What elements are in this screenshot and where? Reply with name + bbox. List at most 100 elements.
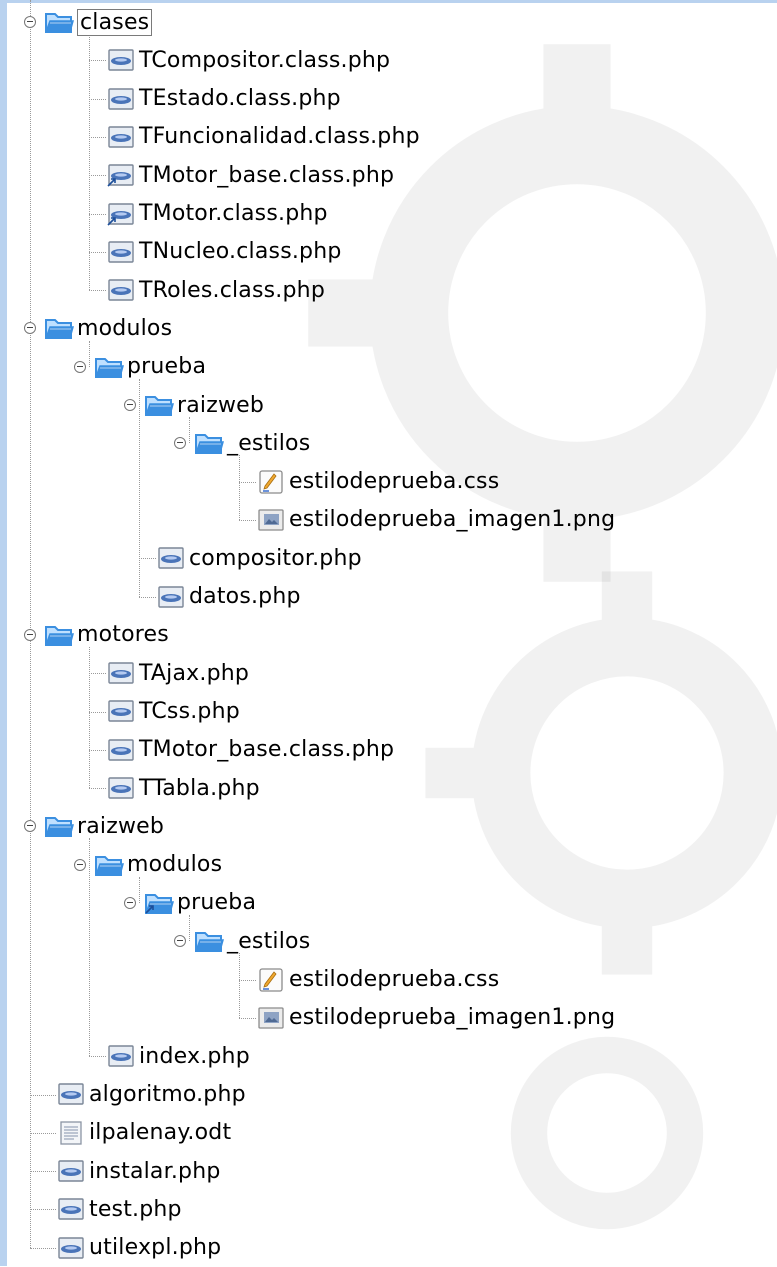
image-file-icon: [256, 1006, 286, 1030]
folder-open-icon: [44, 10, 74, 34]
tree-guide-line: [239, 953, 240, 1018]
tree-item-label: TNucleo.class.php: [139, 239, 342, 265]
folder-open-icon: [94, 355, 124, 379]
tree-guide-line: [89, 175, 106, 177]
tree-file-item[interactable]: test.php: [56, 1190, 182, 1228]
tree-guide-line: [239, 1017, 256, 1019]
collapse-toggle-icon[interactable]: [124, 399, 136, 411]
tree-file-item[interactable]: estilodeprueba_imagen1.png: [256, 501, 615, 539]
tree-item-label: TFuncionalidad.class.php: [139, 124, 420, 150]
tree-folder-item[interactable]: _estilos: [174, 922, 310, 960]
collapse-toggle-icon[interactable]: [24, 322, 36, 335]
tree-file-item[interactable]: index.php: [106, 1037, 250, 1075]
tree-item-label: modulos: [77, 315, 173, 341]
tree-file-item[interactable]: ilpalenay.odt: [56, 1114, 231, 1152]
tree-file-item[interactable]: estilodeprueba_imagen1.png: [256, 999, 615, 1037]
collapse-toggle-icon[interactable]: [24, 628, 36, 641]
tree-item-label: _estilos: [227, 928, 311, 954]
php-file-icon: [56, 1159, 86, 1183]
tree-file-item[interactable]: TAjax.php: [106, 654, 249, 692]
php-file-icon: [156, 585, 186, 609]
tree-file-item[interactable]: TCss.php: [106, 692, 240, 730]
tree-item-label: TEstado.class.php: [139, 86, 341, 112]
php-file-link-icon: [106, 163, 136, 187]
tree-item-label: index.php: [139, 1043, 250, 1069]
tree-guide-line: [89, 290, 106, 292]
tree-file-item[interactable]: TEstado.class.php: [106, 80, 341, 118]
folder-open-icon: [44, 814, 74, 838]
tree-file-item[interactable]: TMotor_base.class.php: [106, 156, 394, 194]
tree-item-label: estilodeprueba.css: [289, 967, 500, 992]
tree-item-label: TAjax.php: [139, 660, 250, 686]
tree-file-item[interactable]: datos.php: [156, 578, 301, 616]
tree-folder-item[interactable]: motores: [24, 616, 169, 654]
tree-file-item[interactable]: TTabla.php: [106, 769, 260, 807]
tree-folder-item[interactable]: prueba: [124, 884, 256, 922]
tree-guide-line: [89, 788, 106, 790]
collapse-toggle-icon[interactable]: [124, 896, 136, 909]
tree-item-label: prueba: [127, 354, 207, 380]
tree-guide-line: [89, 251, 106, 253]
tree-folder-item[interactable]: raizweb: [24, 807, 164, 845]
tree-item-label: algoritmo.php: [89, 1081, 246, 1107]
css-file-icon: [256, 967, 286, 992]
tree-item-label: datos.php: [189, 584, 301, 609]
tree-file-item[interactable]: TMotor_base.class.php: [106, 731, 394, 769]
tree-file-item[interactable]: instalar.php: [56, 1152, 221, 1190]
tree-item-label: TRoles.class.php: [139, 277, 325, 303]
collapse-toggle-icon[interactable]: [24, 16, 36, 28]
php-file-icon: [106, 240, 136, 264]
collapse-toggle-icon[interactable]: [174, 935, 186, 948]
tree-guide-line: [89, 213, 106, 215]
file-tree: clases TCompositor.class.php TEstado.cla…: [0, 0, 777, 1266]
tree-guide-line: [89, 749, 106, 751]
css-file-icon: [256, 469, 286, 494]
tree-item-label: TMotor.class.php: [139, 201, 328, 226]
tree-item-label: TCompositor.class.php: [139, 47, 391, 73]
tree-file-item[interactable]: TMotor.class.php: [106, 195, 328, 233]
tree-folder-item[interactable]: prueba: [74, 348, 206, 386]
tree-file-item[interactable]: TRoles.class.php: [106, 271, 325, 309]
tree-file-item[interactable]: TFuncionalidad.class.php: [106, 118, 420, 156]
tree-file-item[interactable]: estilodeprueba.css: [256, 961, 499, 999]
tree-guide-line: [89, 1056, 106, 1058]
php-file-icon: [56, 1236, 86, 1260]
tree-file-item[interactable]: estilodeprueba.css: [256, 463, 499, 501]
tree-file-item[interactable]: utilexpl.php: [56, 1229, 221, 1267]
tree-folder-item[interactable]: _estilos: [174, 424, 310, 462]
tree-item-label: motores: [77, 622, 169, 648]
php-file-icon: [106, 1044, 136, 1068]
tree-file-item[interactable]: compositor.php: [156, 539, 362, 577]
tree-guide-line: [30, 1094, 56, 1096]
document-file-icon: [56, 1121, 86, 1145]
tree-guide-line: [239, 520, 256, 522]
php-file-icon: [106, 776, 136, 800]
php-file-icon: [56, 1197, 86, 1221]
folder-open-icon: [194, 929, 224, 953]
collapse-toggle-icon[interactable]: [74, 360, 86, 373]
tree-item-label: instalar.php: [89, 1158, 221, 1184]
folder-open-icon: [194, 431, 224, 455]
php-file-icon: [106, 87, 136, 111]
php-file-icon: [56, 1082, 86, 1106]
tree-item-label: prueba: [177, 890, 257, 916]
collapse-toggle-icon[interactable]: [174, 437, 186, 450]
tree-item-label: modulos: [127, 852, 223, 878]
tree-guide-line: [89, 646, 90, 789]
tree-folder-item[interactable]: raizweb: [124, 386, 264, 424]
tree-file-item[interactable]: TCompositor.class.php: [106, 41, 390, 79]
php-file-link-icon: [106, 202, 136, 226]
collapse-toggle-icon[interactable]: [24, 820, 36, 833]
tree-item-label: estilodeprueba.css: [289, 469, 500, 495]
tree-file-item[interactable]: algoritmo.php: [56, 1075, 246, 1113]
tree-item-label: TCss.php: [139, 698, 240, 724]
tree-guide-line: [89, 98, 106, 100]
folder-open-icon: [94, 853, 124, 877]
collapse-toggle-icon[interactable]: [74, 858, 86, 871]
tree-guide-line: [30, 1247, 56, 1249]
php-file-icon: [106, 661, 136, 685]
tree-file-item[interactable]: TNucleo.class.php: [106, 233, 342, 271]
tree-folder-item[interactable]: clases: [24, 3, 153, 41]
tree-folder-item[interactable]: modulos: [24, 309, 172, 347]
tree-folder-item[interactable]: modulos: [74, 846, 222, 884]
